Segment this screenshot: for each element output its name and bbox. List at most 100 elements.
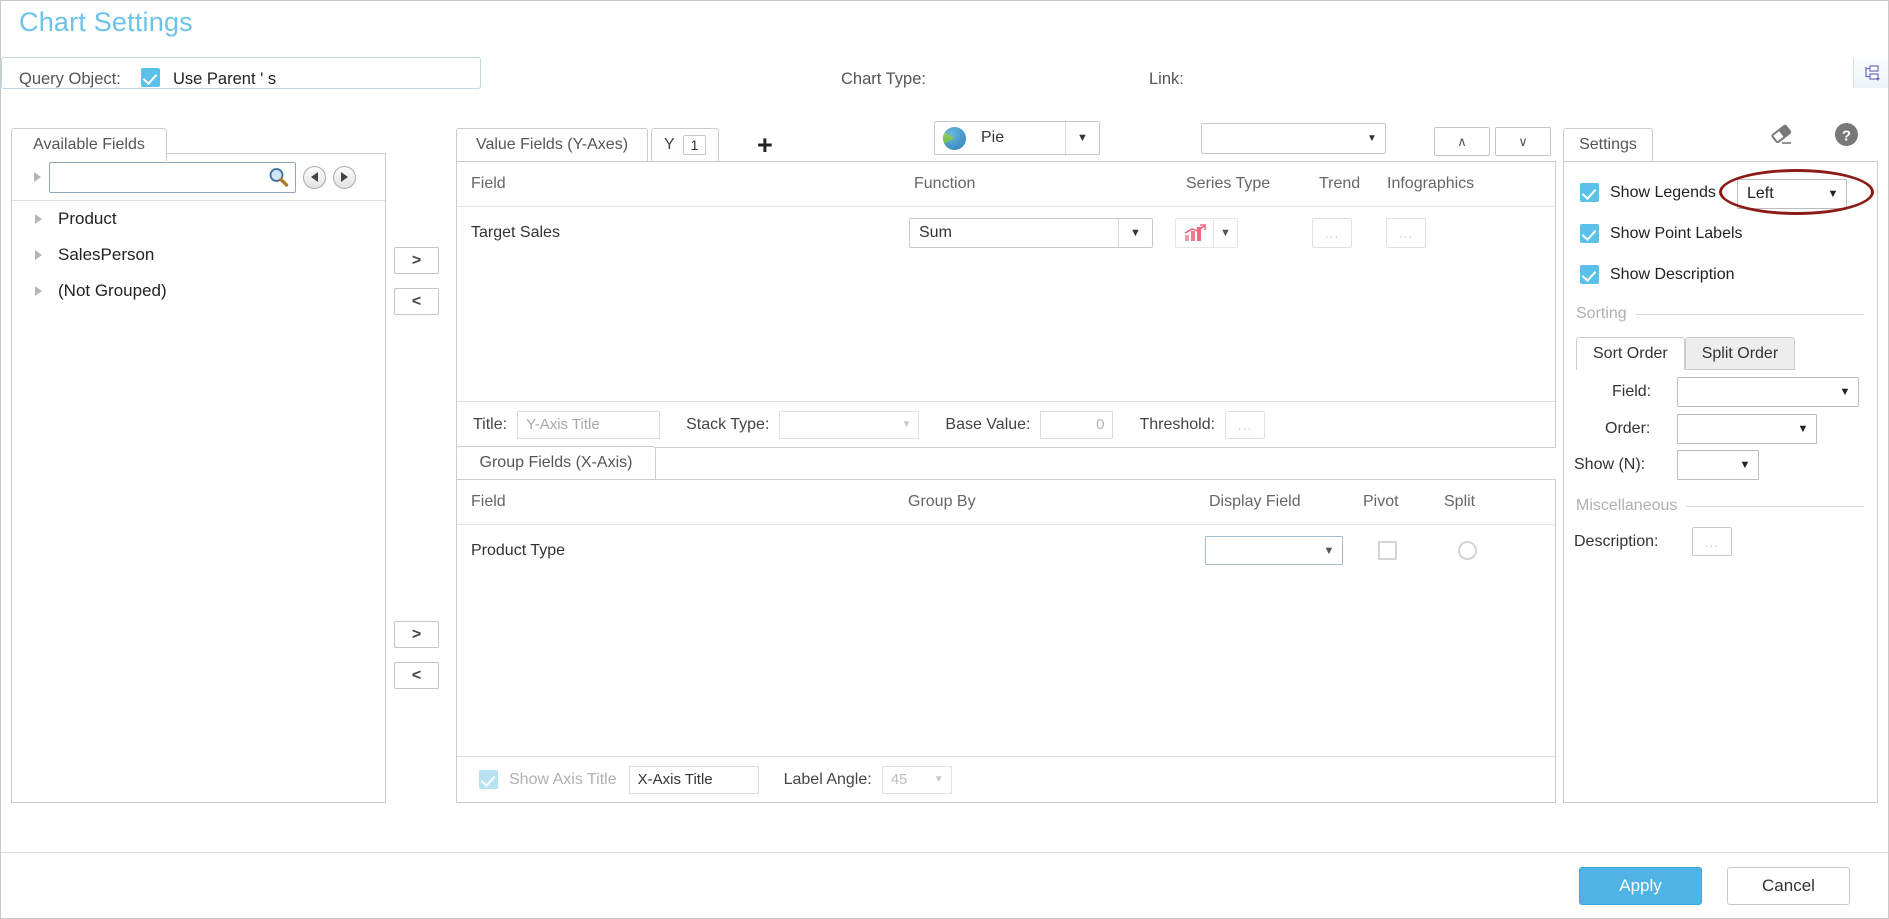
- sort-order-label: Order:: [1605, 420, 1651, 437]
- remove-value-field-button[interactable]: <: [394, 288, 439, 315]
- tab-sort-order[interactable]: Sort Order: [1576, 337, 1685, 370]
- expand-triangle-icon[interactable]: [35, 250, 42, 260]
- base-value-input[interactable]: 0: [1040, 410, 1114, 439]
- move-down-label: ∨: [1518, 133, 1528, 149]
- chevron-down-icon: ▼: [1839, 386, 1851, 398]
- expand-triangle-icon[interactable]: [34, 172, 41, 182]
- tab-value-fields[interactable]: Value Fields (Y-Axes): [456, 128, 648, 161]
- add-y-axis-label: +: [757, 130, 773, 160]
- infographics-button[interactable]: ...: [1386, 218, 1426, 248]
- tab-available-fields-label: Available Fields: [33, 136, 145, 153]
- list-item[interactable]: SalesPerson: [12, 237, 385, 273]
- chevron-down-icon: ▼: [1220, 227, 1231, 239]
- description-button[interactable]: ...: [1692, 527, 1732, 556]
- link-select[interactable]: ▼: [1201, 123, 1386, 154]
- check-mark-icon: [141, 68, 160, 87]
- move-up-button[interactable]: ∧: [1434, 127, 1490, 156]
- col-series-type: Series Type: [1186, 175, 1271, 192]
- help-icon[interactable]: ?: [1834, 122, 1859, 152]
- show-point-labels-checkbox[interactable]: [1580, 224, 1599, 243]
- value-fields-panel: Field Function Series Type Trend Infogra…: [456, 161, 1556, 448]
- y-axis-footer: Title: Y-Axis Title Stack Type: ▼ Base V…: [457, 401, 1555, 447]
- tab-available-fields[interactable]: Available Fields: [11, 128, 167, 161]
- expand-triangle-icon[interactable]: [35, 214, 42, 224]
- stack-type-label: Stack Type:: [686, 415, 770, 433]
- add-group-field-button[interactable]: >: [394, 621, 439, 648]
- add-value-field-button[interactable]: >: [394, 247, 439, 274]
- show-legends-checkbox[interactable]: [1580, 183, 1599, 202]
- cancel-button[interactable]: Cancel: [1727, 867, 1850, 905]
- eraser-icon[interactable]: [1769, 122, 1795, 151]
- y-axis-title-input[interactable]: Y-Axis Title: [517, 410, 661, 439]
- page-title: Chart Settings: [19, 7, 193, 37]
- available-fields-tree: Product SalesPerson (Not Grouped): [12, 201, 385, 309]
- show-legends-row: Show Legends: [1580, 183, 1716, 202]
- legend-position-value: Left: [1747, 185, 1774, 202]
- trend-value: ...: [1324, 225, 1340, 241]
- x-axis-footer: Show Axis Title X-Axis Title Label Angle…: [457, 756, 1555, 802]
- settings-panel: Show Legends Left ▼ Show Point Labels Sh…: [1563, 161, 1878, 803]
- col-infographics: Infographics: [1387, 175, 1475, 192]
- search-input[interactable]: [49, 161, 296, 193]
- function-value: Sum: [919, 224, 952, 241]
- nav-back-icon[interactable]: [303, 165, 326, 189]
- sort-field-select[interactable]: ▼: [1677, 377, 1859, 407]
- list-item[interactable]: (Not Grouped): [12, 273, 385, 309]
- remove-group-field-label: <: [411, 666, 422, 684]
- use-parents-checkbox[interactable]: [141, 68, 160, 87]
- move-up-label: ∧: [1457, 133, 1467, 149]
- pivot-checkbox[interactable]: [1378, 541, 1397, 560]
- tab-split-order[interactable]: Split Order: [1684, 337, 1796, 370]
- chevron-down-icon: ▼: [1065, 122, 1099, 154]
- threshold-value: ...: [1237, 416, 1253, 433]
- link-label: Link:: [1149, 70, 1184, 88]
- dialog-action-bar: Apply Cancel: [1, 852, 1888, 918]
- show-point-labels-row: Show Point Labels: [1580, 224, 1743, 243]
- sort-tabs: Sort Order Split Order: [1576, 337, 1796, 370]
- expand-triangle-icon[interactable]: [35, 286, 42, 296]
- remove-value-field-label: <: [411, 292, 422, 310]
- sort-order-select[interactable]: ▼: [1677, 414, 1817, 444]
- function-select[interactable]: Sum ▼: [909, 218, 1153, 248]
- show-description-row: Show Description: [1580, 265, 1735, 284]
- show-n-select[interactable]: ▼: [1677, 450, 1759, 480]
- x-axis-title-input[interactable]: X-Axis Title: [628, 765, 759, 794]
- divider: [1686, 505, 1864, 507]
- list-item[interactable]: Product: [12, 201, 385, 237]
- show-description-label: Show Description: [1610, 265, 1735, 283]
- use-parents-label: Use Parent ' s: [173, 70, 277, 88]
- tab-y-axis-1[interactable]: Y 1: [651, 128, 720, 161]
- chevron-down-icon: ▼: [1739, 459, 1751, 471]
- show-point-labels-label: Show Point Labels: [1610, 224, 1743, 242]
- value-fields-header: Field Function Series Type Trend Infogra…: [457, 162, 1555, 207]
- available-fields-panel: Product SalesPerson (Not Grouped): [11, 153, 386, 803]
- tab-settings[interactable]: Settings: [1563, 128, 1653, 161]
- description-value: ...: [1704, 533, 1720, 550]
- show-axis-title-checkbox[interactable]: [479, 770, 498, 789]
- legend-position-select[interactable]: Left ▼: [1737, 179, 1847, 209]
- add-y-axis-button[interactable]: +: [757, 130, 773, 160]
- tab-sort-order-label: Sort Order: [1593, 344, 1668, 362]
- remove-group-field-button[interactable]: <: [394, 662, 439, 689]
- col-function: Function: [914, 175, 976, 192]
- tree-picker-icon[interactable]: [1853, 58, 1888, 88]
- trend-button[interactable]: ...: [1312, 218, 1352, 248]
- display-field-select[interactable]: ▼: [1205, 536, 1343, 565]
- move-down-button[interactable]: ∨: [1495, 127, 1551, 156]
- split-radio[interactable]: [1458, 541, 1477, 560]
- show-description-checkbox[interactable]: [1580, 265, 1599, 284]
- chart-type-select[interactable]: Pie ▼: [934, 121, 1100, 155]
- threshold-button[interactable]: ...: [1225, 410, 1266, 439]
- infographics-value: ...: [1398, 225, 1414, 241]
- apply-button[interactable]: Apply: [1579, 867, 1702, 905]
- chevron-down-icon: ▼: [1323, 544, 1335, 557]
- stack-type-select[interactable]: ▼: [779, 410, 920, 439]
- series-type-button[interactable]: ▼: [1175, 218, 1238, 248]
- query-object-label: Query Object:: [19, 70, 121, 88]
- nav-forward-icon[interactable]: [333, 165, 356, 189]
- label-angle-select[interactable]: 45 ▼: [881, 765, 952, 794]
- y-axis-title-placeholder: Y-Axis Title: [526, 416, 600, 433]
- y-axis-tab-index: 1: [682, 135, 707, 155]
- bar-trend-chart-icon: [1176, 219, 1214, 247]
- tab-group-fields[interactable]: Group Fields (X-Axis): [456, 446, 656, 479]
